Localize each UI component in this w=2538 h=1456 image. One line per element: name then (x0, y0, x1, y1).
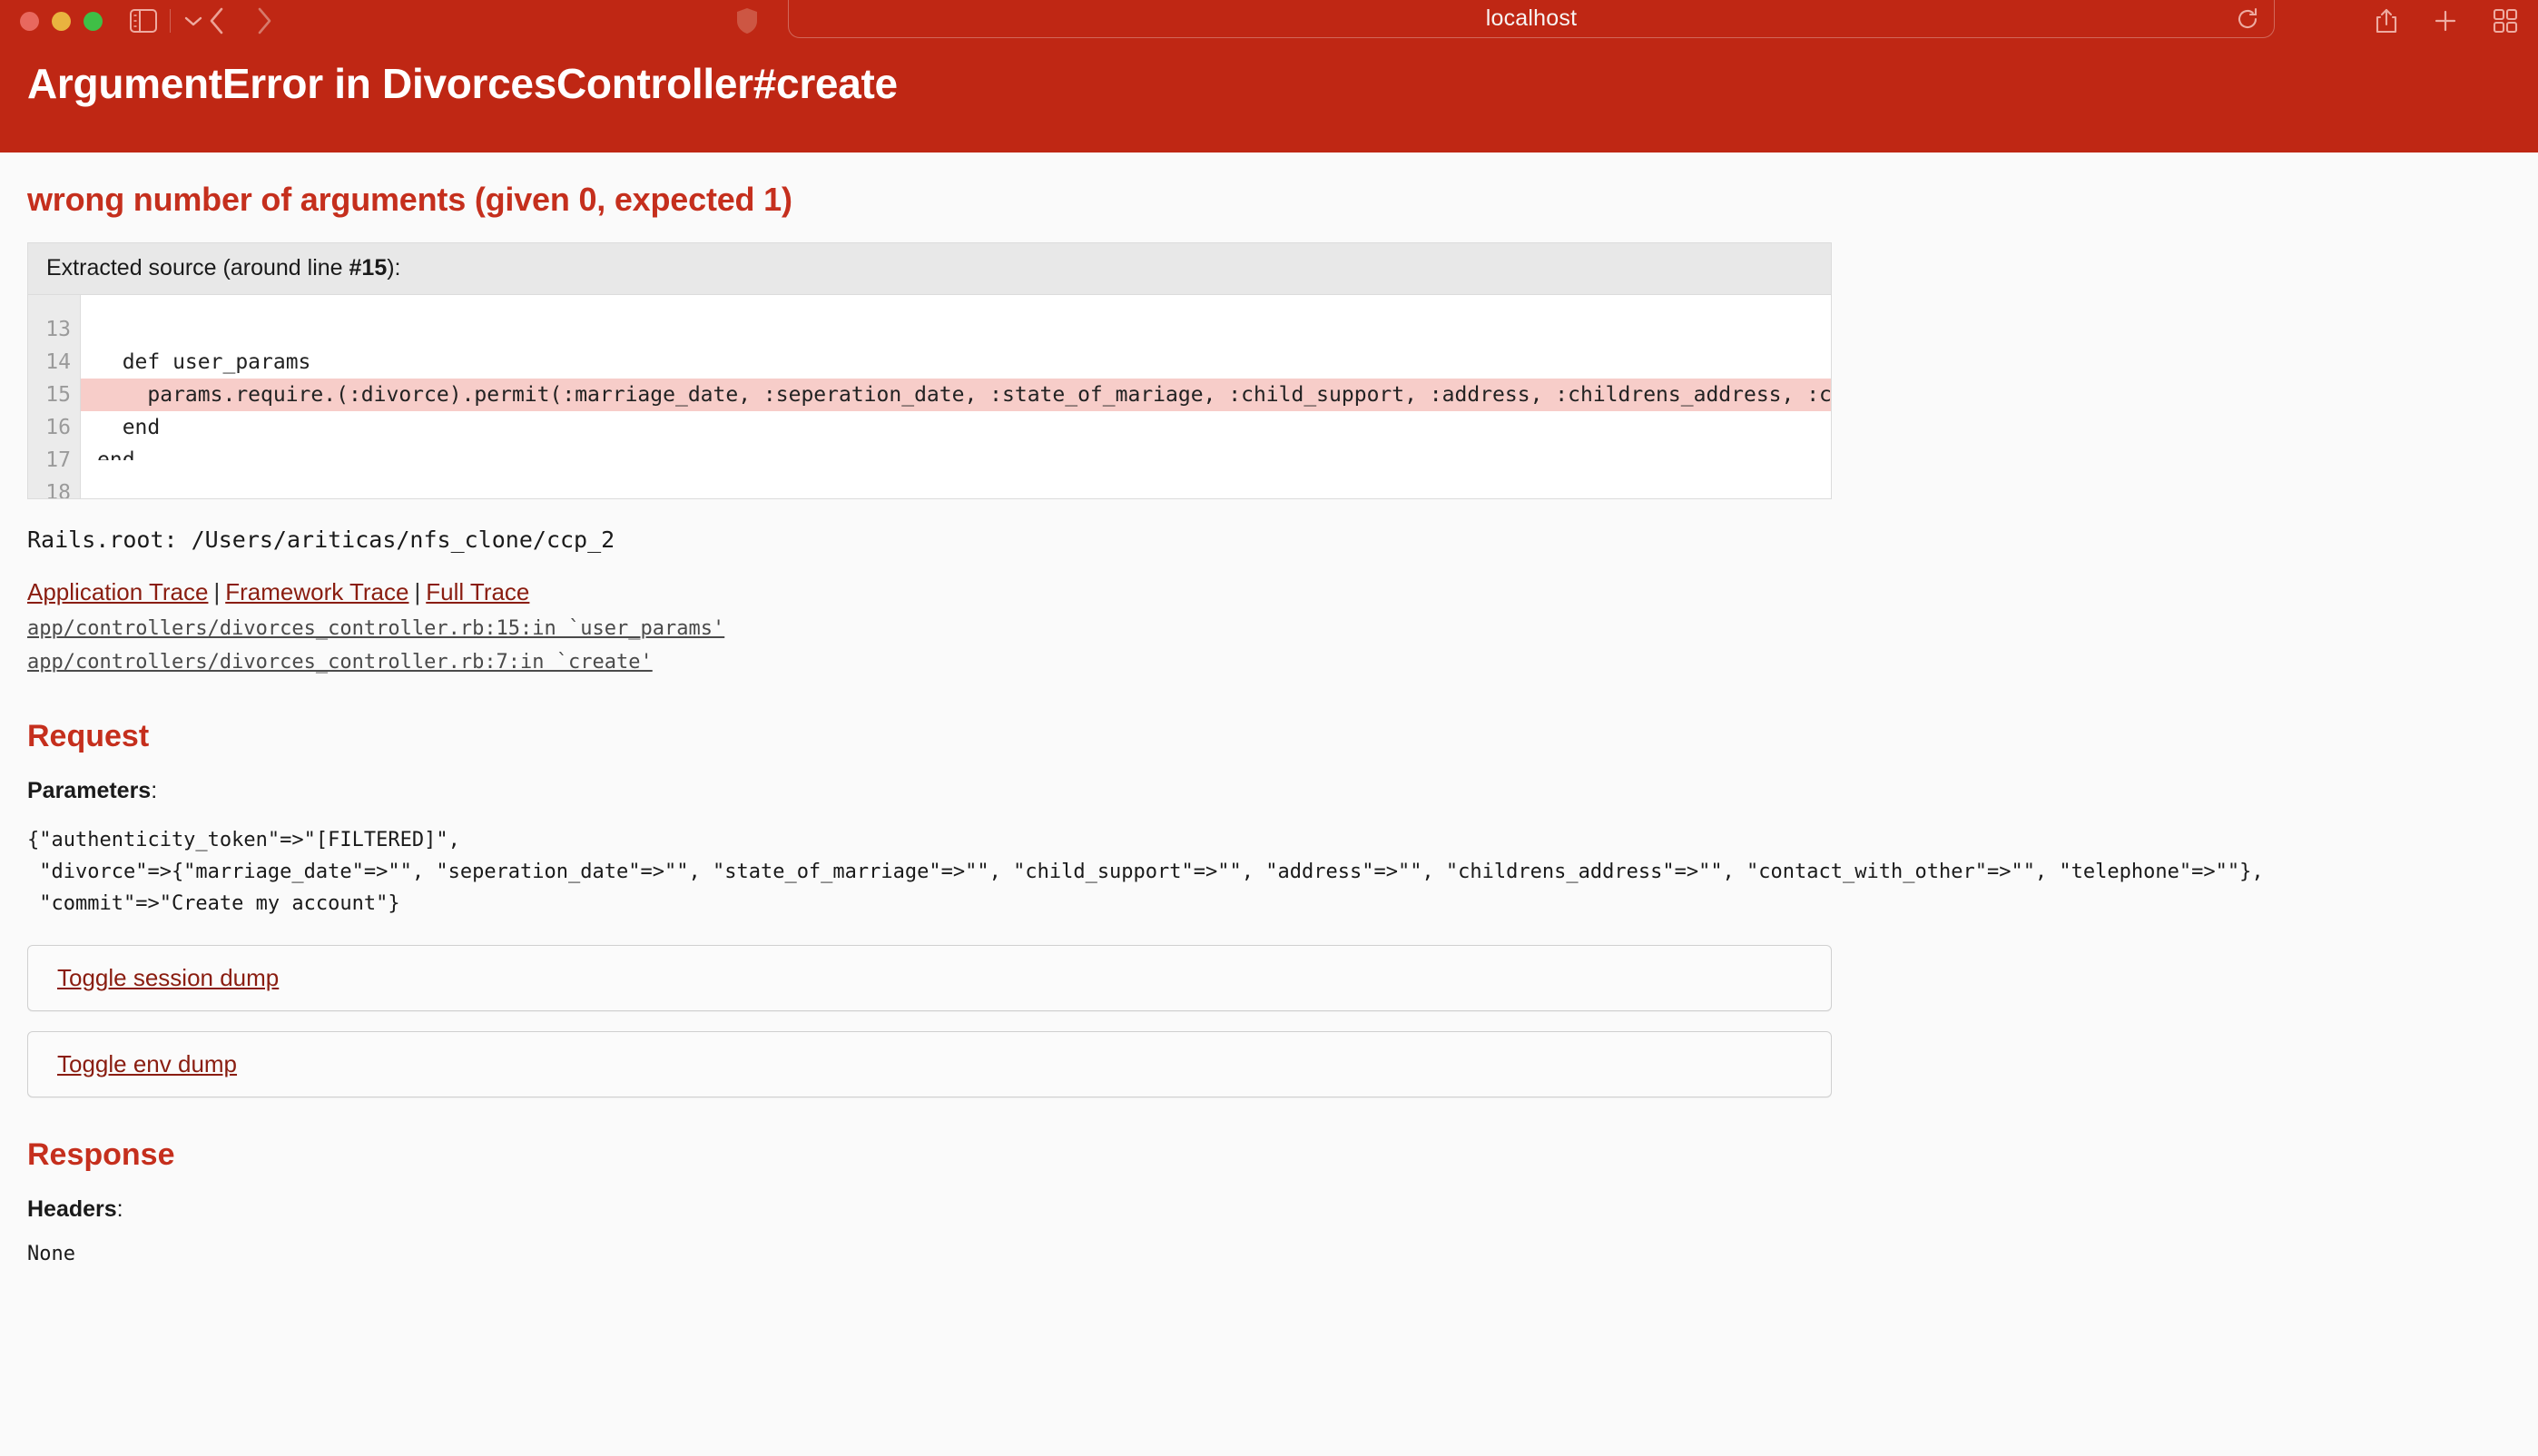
close-window-button[interactable] (20, 11, 39, 31)
request-heading: Request (27, 719, 150, 753)
extracted-source-label-prefix: Extracted source (around line (46, 255, 349, 280)
window-controls (20, 11, 103, 31)
chevron-down-icon[interactable] (183, 15, 203, 27)
headers-label: Headers: (27, 1196, 2511, 1223)
code-line: end (97, 416, 161, 439)
toolbar-right-icons (2375, 0, 2518, 42)
plus-icon[interactable] (2433, 8, 2458, 34)
session-dump-panel: Toggle session dump (27, 945, 1832, 1011)
trace-line[interactable]: app/controllers/divorces_controller.rb:1… (27, 617, 724, 640)
code-line: params.require.(:divorce).permit(:marria… (81, 379, 1831, 411)
line-number: 13 (45, 318, 71, 341)
reload-icon[interactable] (2236, 6, 2259, 32)
privacy-indicator (735, 0, 759, 42)
parameters-label-colon: : (151, 778, 158, 803)
code-line: def user_params (97, 350, 311, 374)
rails-error-page: ArgumentError in DivorcesController#crea… (0, 42, 2538, 1456)
extracted-source-title: Extracted source (around line #15): (28, 243, 1831, 295)
sidebar-toggle-icon[interactable] (130, 9, 157, 33)
back-icon[interactable] (209, 7, 225, 34)
framework-trace-link[interactable]: Framework Trace (225, 578, 408, 605)
share-icon[interactable] (2375, 7, 2398, 34)
maximize-window-button[interactable] (84, 11, 103, 31)
extracted-source-box: Extracted source (around line #15): 13 14… (27, 242, 1832, 499)
line-number: 14 (45, 350, 71, 374)
privacy-shield-icon[interactable] (735, 7, 759, 34)
browser-chrome: localhost (0, 0, 2538, 42)
parameters-dump: {"authenticity_token"=>"[FILTERED]", "di… (27, 829, 2264, 915)
error-message: wrong number of arguments (given 0, expe… (27, 181, 792, 218)
extracted-source-label-suffix: ): (387, 255, 401, 280)
address-bar-container: localhost (788, 0, 2275, 42)
full-trace-link[interactable]: Full Trace (426, 578, 529, 605)
trace-output: app/controllers/divorces_controller.rb:1… (27, 612, 2511, 679)
line-number: 16 (45, 416, 71, 439)
minimize-window-button[interactable] (52, 11, 71, 31)
line-number: 17 (45, 448, 71, 472)
code-area: 13 14 15 16 17 18 def user_params params.requ… (28, 295, 1831, 498)
line-number: 15 (45, 383, 71, 407)
source-code-lines: def user_params params.require.(:divorce… (81, 313, 1831, 460)
headers-label-colon: : (116, 1196, 123, 1222)
trace-line[interactable]: app/controllers/divorces_controller.rb:7… (27, 651, 653, 674)
line-number: 18 (45, 481, 71, 498)
page-title: ArgumentError in DivorcesController#crea… (27, 60, 898, 107)
parameters-label-text: Parameters (27, 778, 152, 803)
response-heading: Response (27, 1137, 175, 1172)
url-text: localhost (1485, 5, 1578, 31)
parameters-label: Parameters: (27, 778, 2511, 804)
trace-separator-2: | (414, 578, 421, 605)
trace-tabs: Application Trace | Framework Trace | Full T… (27, 578, 2511, 606)
headers-label-text: Headers (27, 1196, 117, 1222)
navigation-buttons (209, 7, 272, 34)
rails-root: Rails.root: /Users/ariticas/nfs_clone/cc… (27, 526, 615, 553)
code-line: end (97, 448, 135, 460)
trace-separator-1: | (213, 578, 221, 605)
chrome-divider (170, 9, 171, 33)
forward-icon[interactable] (256, 7, 272, 34)
extracted-source-line-number: #15 (349, 255, 388, 280)
error-header: ArgumentError in DivorcesController#crea… (0, 42, 2538, 152)
application-trace-link[interactable]: Application Trace (27, 578, 208, 605)
address-bar[interactable]: localhost (788, 0, 2275, 38)
env-dump-panel: Toggle env dump (27, 1031, 1832, 1097)
tab-overview-icon[interactable] (2493, 8, 2518, 34)
toggle-session-dump-link[interactable]: Toggle session dump (57, 964, 279, 991)
toggle-env-dump-link[interactable]: Toggle env dump (57, 1050, 237, 1077)
line-number-gutter: 13 14 15 16 17 18 (28, 295, 81, 498)
error-body: wrong number of arguments (given 0, expe… (0, 181, 2538, 1265)
headers-value: None (27, 1243, 75, 1265)
